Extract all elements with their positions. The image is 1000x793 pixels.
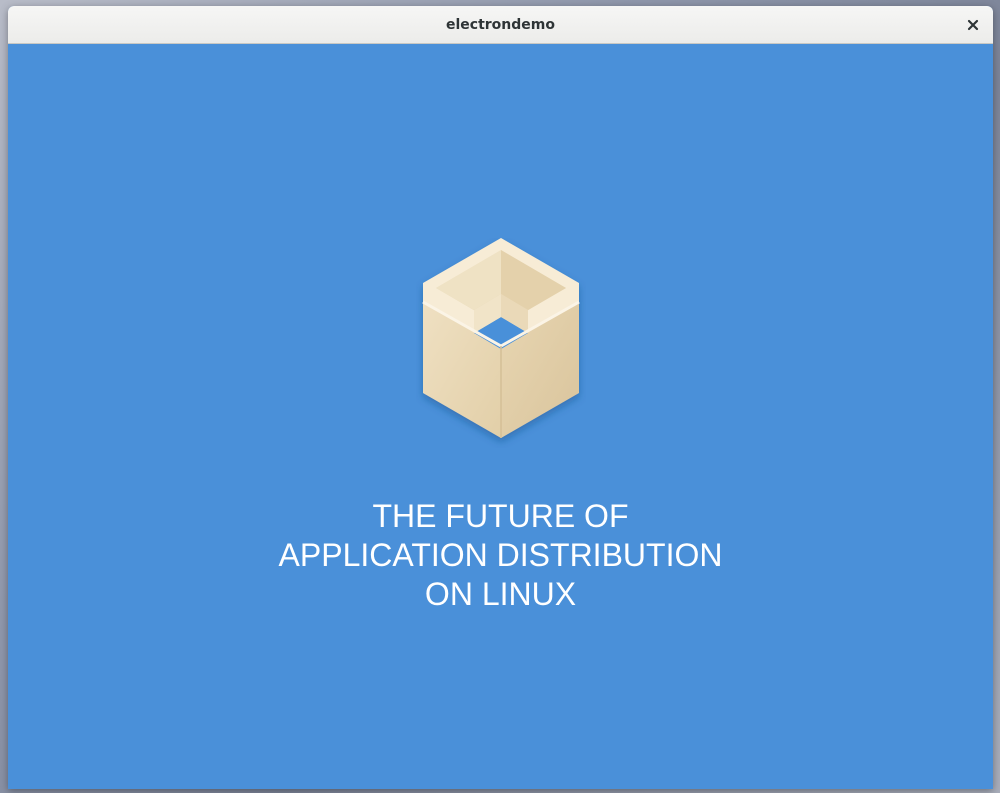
app-window: electrondemo THE FUTURE OF APPLICATION D… bbox=[8, 6, 993, 789]
close-button[interactable] bbox=[961, 13, 985, 37]
title-bar[interactable]: electrondemo bbox=[8, 6, 993, 44]
close-icon bbox=[967, 19, 979, 31]
flatpak-box-icon bbox=[422, 238, 580, 438]
tagline-line-2: APPLICATION DISTRIBUTION bbox=[278, 537, 723, 573]
window-title: electrondemo bbox=[446, 17, 555, 33]
tagline: THE FUTURE OF APPLICATION DISTRIBUTION O… bbox=[8, 497, 993, 614]
tagline-line-1: THE FUTURE OF bbox=[372, 498, 629, 534]
tagline-line-3: ON LINUX bbox=[424, 576, 577, 612]
main-content: THE FUTURE OF APPLICATION DISTRIBUTION O… bbox=[8, 44, 993, 789]
